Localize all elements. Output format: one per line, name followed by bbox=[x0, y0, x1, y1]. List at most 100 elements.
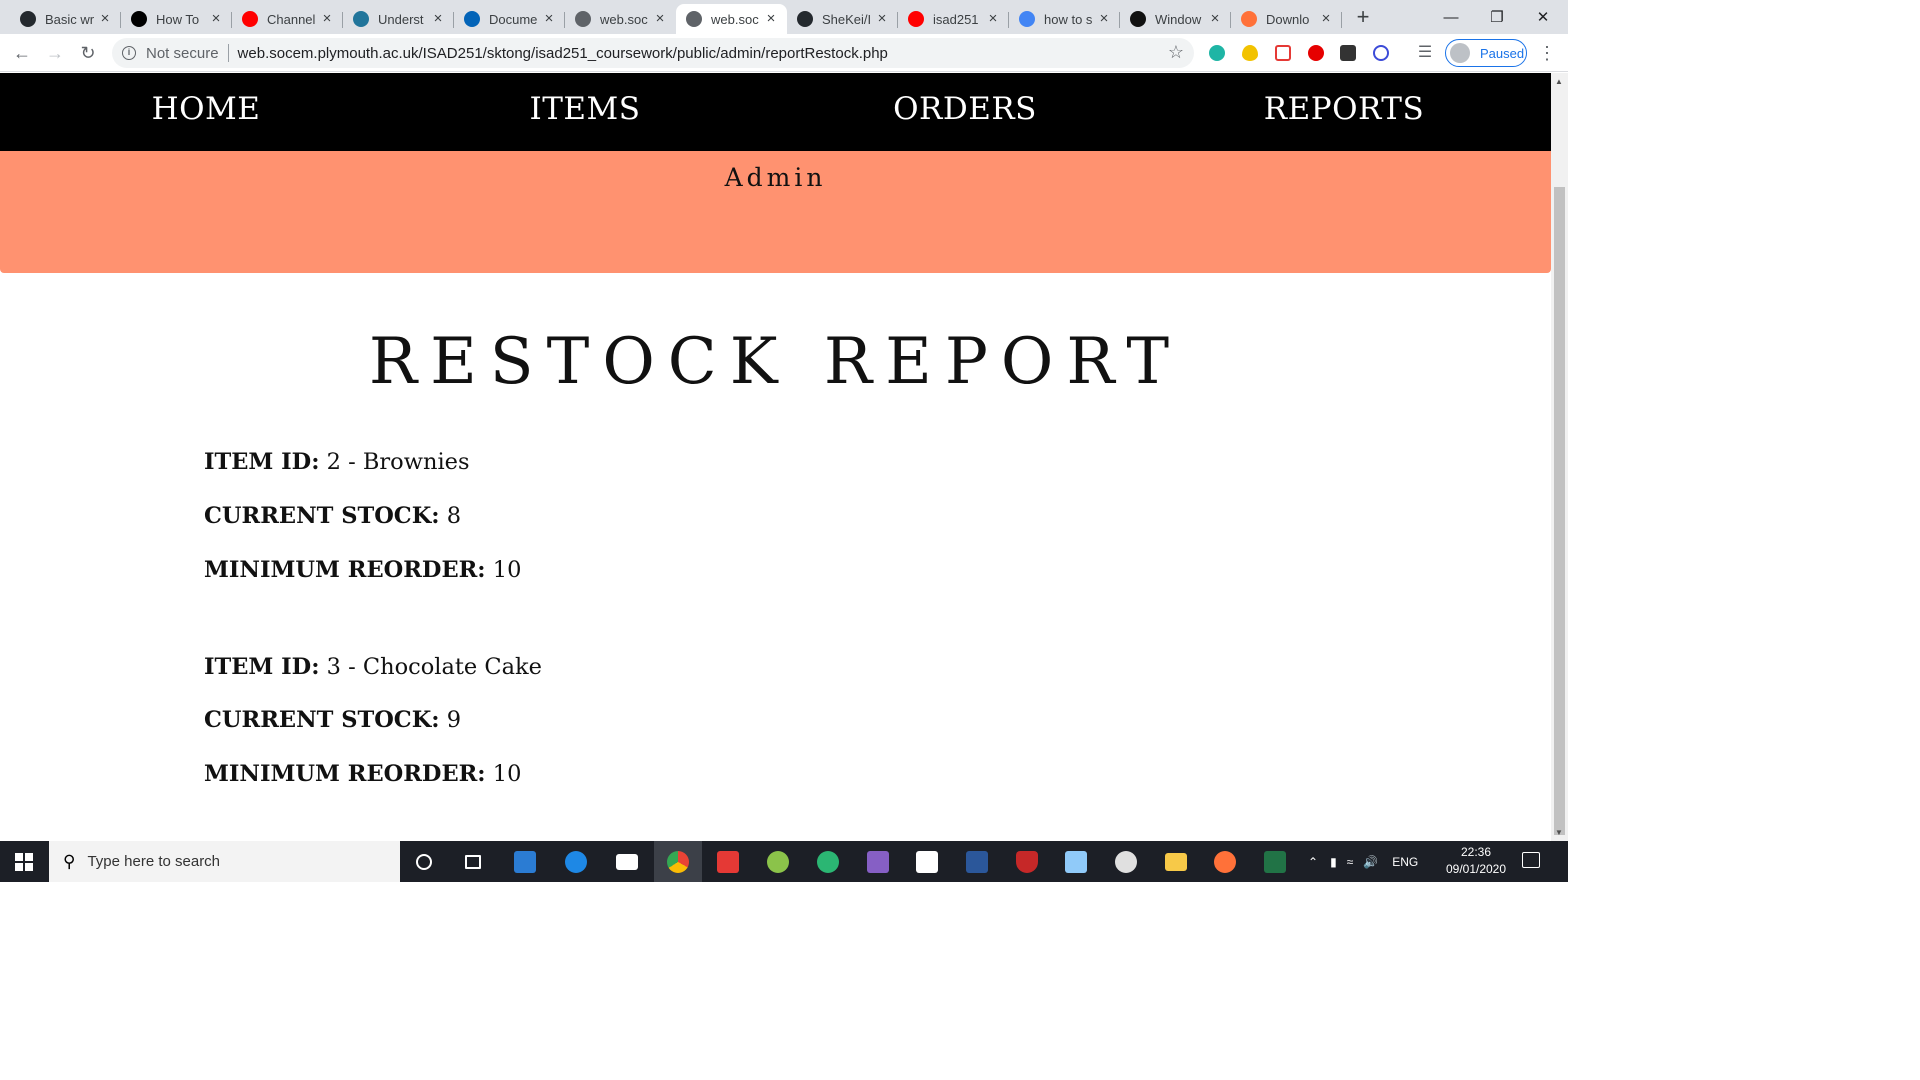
excel-icon[interactable] bbox=[1251, 841, 1299, 882]
scrollbar-thumb[interactable] bbox=[1554, 187, 1565, 835]
task-view-icon[interactable] bbox=[449, 841, 497, 882]
browser-tab[interactable]: Basic wr × bbox=[10, 4, 121, 34]
scroll-down-icon[interactable]: ▼ bbox=[1555, 828, 1563, 837]
page-scrollbar[interactable]: ▲ ▼ bbox=[1551, 73, 1568, 841]
browser-tab[interactable]: web.soc × bbox=[565, 4, 676, 34]
browser-tab[interactable]: isad251 × bbox=[898, 4, 1009, 34]
item-id-value: 3 - Chocolate Cake bbox=[326, 654, 542, 680]
firefox-icon[interactable] bbox=[1201, 841, 1249, 882]
close-tab-icon[interactable]: × bbox=[874, 11, 890, 27]
profile-button[interactable]: Paused bbox=[1445, 39, 1527, 67]
tab-title: Basic wr bbox=[45, 11, 95, 27]
minimize-button[interactable]: — bbox=[1428, 0, 1474, 34]
close-tab-icon[interactable]: × bbox=[208, 11, 224, 27]
info-icon[interactable]: i bbox=[122, 46, 136, 60]
game-icon[interactable] bbox=[754, 841, 802, 882]
tab-title: Underst bbox=[378, 11, 424, 27]
github-icon bbox=[797, 11, 813, 27]
close-tab-icon[interactable]: × bbox=[319, 11, 335, 27]
wifi-icon[interactable]: ≈ bbox=[1347, 855, 1354, 869]
close-tab-icon[interactable]: × bbox=[1318, 11, 1334, 27]
extension-pocket-icon[interactable] bbox=[1275, 45, 1291, 61]
firefox-icon bbox=[1241, 11, 1257, 27]
site-navbar: HOME ITEMS ORDERS REPORTS bbox=[0, 73, 1551, 151]
extension-eye-icon[interactable] bbox=[1242, 45, 1258, 61]
language-indicator[interactable]: ENG bbox=[1392, 855, 1418, 869]
extension-block-icon[interactable] bbox=[1373, 45, 1389, 61]
nav-items[interactable]: ITEMS bbox=[435, 91, 735, 127]
mail-icon[interactable] bbox=[603, 841, 651, 882]
wordpress-icon bbox=[353, 11, 369, 27]
browser-tab[interactable]: how to s × bbox=[1009, 4, 1120, 34]
address-bar[interactable]: i Not secure web.socem.plymouth.ac.uk/IS… bbox=[112, 38, 1194, 68]
word-icon[interactable] bbox=[953, 841, 1001, 882]
cortana-icon[interactable] bbox=[400, 841, 448, 882]
tab-title: web.soc bbox=[711, 11, 759, 27]
tab-title: web.soc bbox=[600, 11, 648, 27]
youtube-icon bbox=[242, 11, 258, 27]
browser-tab[interactable]: Underst × bbox=[343, 4, 454, 34]
chevron-up-icon[interactable]: ⌃ bbox=[1308, 855, 1318, 869]
notification-icon[interactable] bbox=[1522, 852, 1540, 868]
browser-tab[interactable]: Downlo × bbox=[1231, 4, 1342, 34]
current-stock-label: CURRENT STOCK: bbox=[204, 707, 440, 733]
chrome-icon[interactable] bbox=[654, 841, 702, 882]
forward-icon[interactable]: → bbox=[43, 41, 67, 65]
role-label: Admin bbox=[724, 163, 827, 192]
close-window-button[interactable]: ✕ bbox=[1520, 0, 1566, 34]
photos-icon[interactable] bbox=[903, 841, 951, 882]
extension-camera-icon[interactable] bbox=[1340, 45, 1356, 61]
sway-icon[interactable] bbox=[804, 841, 852, 882]
browser-tab[interactable]: Window × bbox=[1120, 4, 1231, 34]
nav-home[interactable]: HOME bbox=[56, 91, 356, 127]
browser-tab[interactable]: Channel × bbox=[232, 4, 343, 34]
new-tab-button[interactable]: + bbox=[1352, 6, 1374, 28]
media-control-icon[interactable]: ☰ bbox=[1413, 41, 1437, 65]
browser-tab-strip: Basic wr × How To × Channel × Underst × Docume × w… bbox=[0, 0, 1568, 34]
scroll-up-icon[interactable]: ▲ bbox=[1555, 77, 1563, 86]
close-tab-icon[interactable]: × bbox=[652, 11, 668, 27]
admin-banner: Admin bbox=[0, 151, 1551, 273]
back-icon[interactable]: ← bbox=[10, 41, 34, 65]
visual-studio-icon[interactable] bbox=[854, 841, 902, 882]
close-tab-icon[interactable]: × bbox=[1096, 11, 1112, 27]
volume-icon[interactable]: 🔊 bbox=[1363, 855, 1378, 869]
profile-status: Paused bbox=[1480, 45, 1525, 61]
edge-icon[interactable] bbox=[552, 841, 600, 882]
nav-reports[interactable]: REPORTS bbox=[1194, 91, 1494, 127]
url-text[interactable]: web.socem.plymouth.ac.uk/ISAD251/sktong/… bbox=[238, 45, 888, 62]
browser-toolbar: ← → ↻ i Not secure web.socem.plymouth.ac… bbox=[0, 34, 1568, 72]
store-icon[interactable] bbox=[501, 841, 549, 882]
tab-title: isad251 bbox=[933, 11, 979, 27]
browser-tab[interactable]: web.soc × bbox=[676, 4, 787, 34]
battery-icon[interactable]: ▮ bbox=[1330, 855, 1337, 869]
close-tab-icon[interactable]: × bbox=[985, 11, 1001, 27]
start-button[interactable] bbox=[0, 841, 48, 882]
close-tab-icon[interactable]: × bbox=[430, 11, 446, 27]
wps-icon[interactable] bbox=[704, 841, 752, 882]
notepad-icon[interactable] bbox=[1052, 841, 1100, 882]
reload-icon[interactable]: ↻ bbox=[76, 41, 100, 65]
nav-orders[interactable]: ORDERS bbox=[815, 91, 1115, 127]
close-tab-icon[interactable]: × bbox=[541, 11, 557, 27]
browser-tab[interactable]: SheKei/I × bbox=[787, 4, 898, 34]
security-icon[interactable] bbox=[1003, 841, 1051, 882]
tab-title: Docume bbox=[489, 11, 538, 27]
close-tab-icon[interactable]: × bbox=[1207, 11, 1223, 27]
close-tab-icon[interactable]: × bbox=[763, 11, 779, 27]
app-icon[interactable] bbox=[1102, 841, 1150, 882]
browser-tab[interactable]: Docume × bbox=[454, 4, 565, 34]
clock[interactable]: 22:36 09/01/2020 bbox=[1440, 844, 1512, 878]
file-explorer-icon[interactable] bbox=[1152, 841, 1200, 882]
extension-grammarly-icon[interactable] bbox=[1209, 45, 1225, 61]
close-tab-icon[interactable]: × bbox=[97, 11, 113, 27]
tab-title: how to s bbox=[1044, 11, 1093, 27]
extension-opera-icon[interactable] bbox=[1308, 45, 1324, 61]
bookmark-star-icon[interactable]: ☆ bbox=[1168, 42, 1184, 63]
browser-tab[interactable]: How To × bbox=[121, 4, 232, 34]
taskbar-search[interactable]: ⚲ Type here to search bbox=[49, 841, 400, 882]
item-id-label: ITEM ID: bbox=[204, 654, 320, 680]
restore-button[interactable]: ❐ bbox=[1474, 0, 1520, 34]
item-id-row: ITEM ID: 3 - Chocolate Cake bbox=[204, 654, 542, 680]
kebab-menu-icon[interactable]: ⋮ bbox=[1538, 43, 1556, 64]
